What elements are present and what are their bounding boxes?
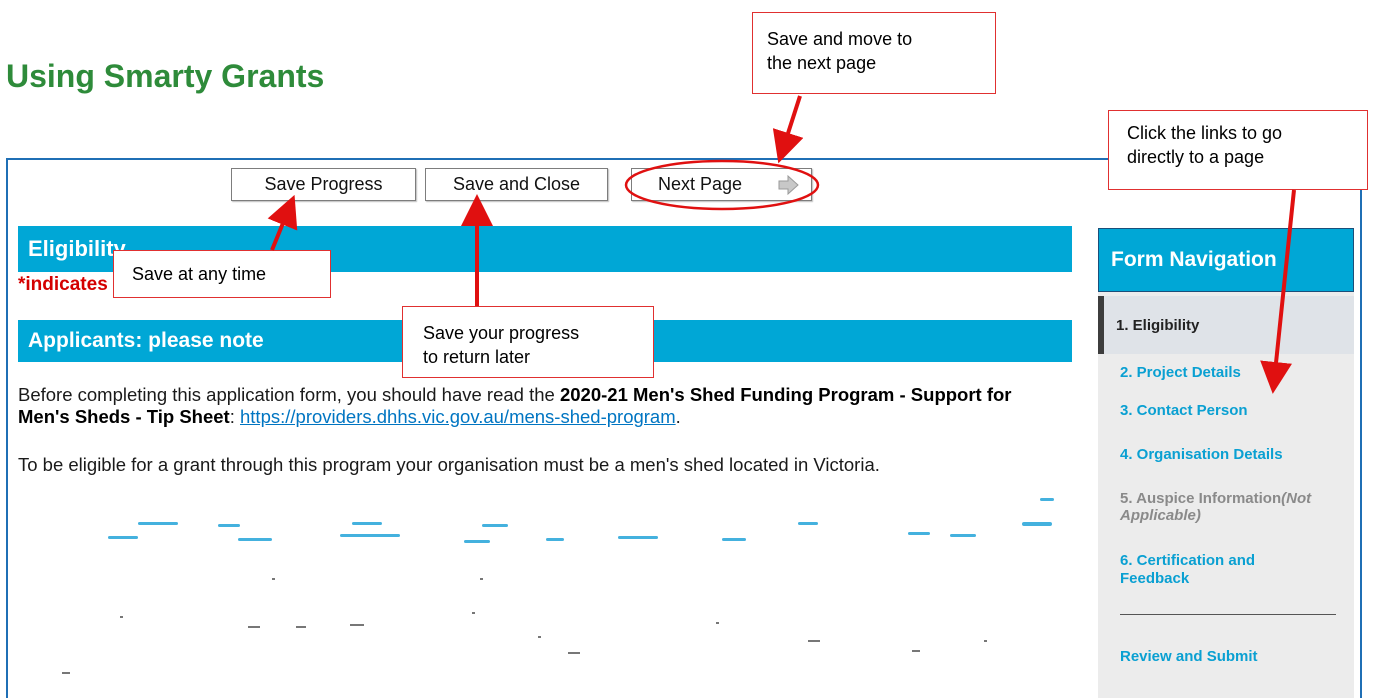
callout-save-return-line1: Save your progress xyxy=(423,323,580,343)
save-progress-button[interactable]: Save Progress xyxy=(231,168,416,201)
arrow-to-next-page xyxy=(772,95,804,164)
form-navigation-heading: Form Navigation xyxy=(1098,228,1354,292)
note-heading: Applicants: please note xyxy=(28,329,264,352)
nav-item-review-submit[interactable]: Review and Submit xyxy=(1120,648,1258,665)
callout-save-return-later: Save your progress to return later xyxy=(402,306,654,378)
nav-item-certification-feedback[interactable]: 6. Certification and Feedback xyxy=(1098,552,1298,588)
tip-sheet-link[interactable]: https://providers.dhhs.vic.gov.au/mens-s… xyxy=(240,406,676,427)
callout-next-page: Save and move to the next page xyxy=(752,12,996,94)
callout-nav-links: Click the links to go directly to a page xyxy=(1108,110,1368,190)
callout-save-return-line2: to return later xyxy=(423,347,531,367)
form-navigation-panel: Form Navigation 1. Eligibility 2. Projec… xyxy=(1098,228,1354,698)
eligibility-paragraph: To be eligible for a grant through this … xyxy=(18,454,880,475)
required-fields-note: *indicates xyxy=(18,274,108,295)
save-and-close-button[interactable]: Save and Close xyxy=(425,168,608,201)
nav-divider xyxy=(1120,614,1336,615)
next-page-label: Next Page xyxy=(658,174,743,194)
callout-links-line1: Click the links to go xyxy=(1127,123,1283,143)
intro-separator: : xyxy=(229,406,240,427)
callout-links-line2: directly to a page xyxy=(1127,147,1265,167)
nav-item-project-details[interactable]: 2. Project Details xyxy=(1098,364,1354,381)
section-title: Eligibility xyxy=(28,236,126,261)
auspice-label: 5. Auspice Information xyxy=(1120,490,1282,507)
intro-end: . xyxy=(675,406,681,427)
nav-item-contact-person[interactable]: 3. Contact Person xyxy=(1098,402,1354,419)
page-title: Using Smarty Grants xyxy=(6,58,325,94)
next-page-button[interactable]: Next Page xyxy=(631,168,812,201)
intro-paragraph: Before completing this application form,… xyxy=(18,384,1058,428)
callout-next-line1: Save and move to xyxy=(767,29,913,49)
nav-item-organisation-details[interactable]: 4. Organisation Details xyxy=(1098,446,1354,463)
arrow-right-icon xyxy=(778,175,799,195)
callout-next-line2: the next page xyxy=(767,53,877,73)
nav-item-auspice-information: 5. Auspice Information(Not Applicable) xyxy=(1098,490,1354,524)
intro-prefix: Before completing this application form,… xyxy=(18,384,560,405)
callout-save-any-time: Save at any time xyxy=(113,250,331,298)
nav-item-eligibility[interactable]: 1. Eligibility xyxy=(1098,296,1354,354)
